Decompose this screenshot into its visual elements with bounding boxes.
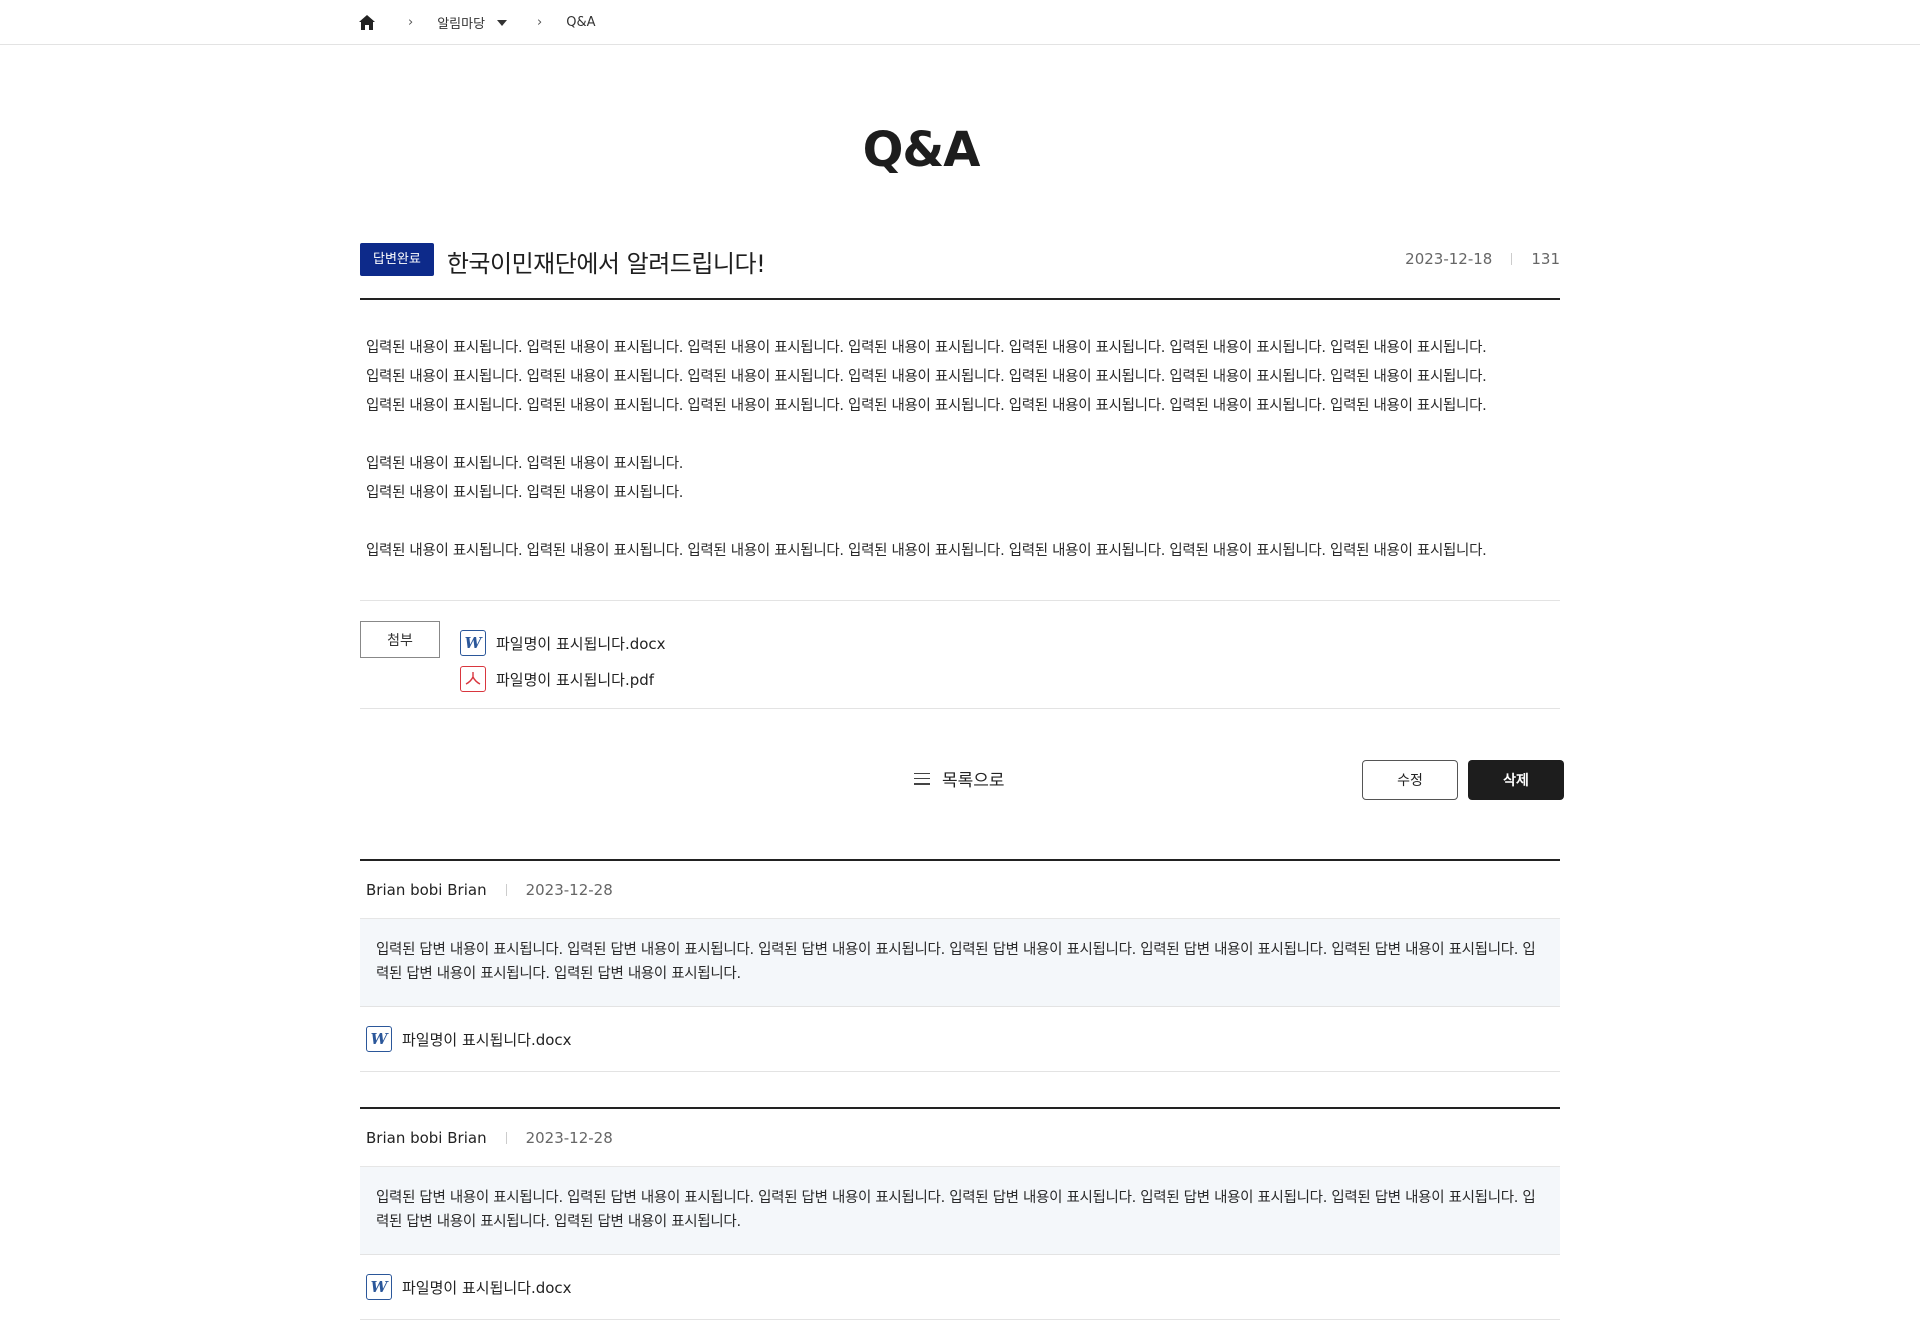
reply-item: Brian bobi Brian 2023-12-28 입력된 답변 내용이 표… bbox=[360, 1107, 1560, 1320]
breadcrumb-section-label: 알림마당 bbox=[437, 17, 486, 32]
reply-attachment[interactable]: W 파일명이 표시됩니다.docx bbox=[360, 1007, 1560, 1072]
post-title: 한국이민재단에서 알려드립니다! bbox=[446, 250, 766, 278]
reply-item: Brian bobi Brian 2023-12-28 입력된 답변 내용이 표… bbox=[360, 859, 1560, 1072]
body-line: 입력된 내용이 표시됩니다. 입력된 내용이 표시됩니다. bbox=[366, 485, 684, 501]
list-icon bbox=[914, 772, 930, 785]
pdf-file-icon bbox=[460, 666, 486, 692]
file-name[interactable]: 파일명이 표시됩니다.docx bbox=[402, 1277, 572, 1298]
attachment-list: W 파일명이 표시됩니다.docx 파일명이 표시됩니다.pdf bbox=[460, 625, 666, 697]
caret-down-icon bbox=[497, 19, 508, 26]
reply-date: 2023-12-28 bbox=[525, 880, 613, 899]
breadcrumb-section-dropdown[interactable]: 알림마당 bbox=[437, 13, 508, 32]
reply-author: Brian bobi Brian bbox=[366, 880, 487, 899]
reply-header: Brian bobi Brian 2023-12-28 bbox=[360, 1109, 1560, 1167]
reply-date: 2023-12-28 bbox=[525, 1128, 613, 1147]
word-file-icon: W bbox=[460, 630, 486, 656]
delete-button[interactable]: 삭제 bbox=[1468, 760, 1564, 800]
attachment-file-docx[interactable]: W 파일명이 표시됩니다.docx bbox=[460, 625, 666, 661]
post-date: 2023-12-18 bbox=[1405, 250, 1493, 268]
home-icon[interactable] bbox=[358, 13, 378, 33]
meta-divider bbox=[505, 1131, 507, 1144]
reply-header: Brian bobi Brian 2023-12-28 bbox=[360, 861, 1560, 919]
post-meta: 2023-12-18 131 bbox=[1405, 250, 1560, 268]
body-line: 입력된 내용이 표시됩니다. 입력된 내용이 표시됩니다. bbox=[366, 456, 684, 472]
post-header: 답변완료 한국이민재단에서 알려드립니다! 2023-12-18 131 bbox=[360, 240, 1560, 300]
attachment-file-pdf[interactable]: 파일명이 표시됩니다.pdf bbox=[460, 661, 666, 697]
reply-body: 입력된 답변 내용이 표시됩니다. 입력된 답변 내용이 표시됩니다. 입력된 … bbox=[360, 1167, 1560, 1255]
breadcrumb: › 알림마당 › Q&A bbox=[358, 0, 596, 45]
page-title: Q&A bbox=[862, 122, 981, 178]
back-to-list-button[interactable]: 목록으로 bbox=[914, 766, 1005, 791]
chevron-right-icon: › bbox=[408, 15, 414, 30]
edit-button[interactable]: 수정 bbox=[1362, 760, 1458, 800]
reply-body: 입력된 답변 내용이 표시됩니다. 입력된 답변 내용이 표시됩니다. 입력된 … bbox=[360, 919, 1560, 1007]
breadcrumb-current[interactable]: Q&A bbox=[566, 15, 595, 30]
word-file-icon: W bbox=[366, 1026, 392, 1052]
post-actions: 목록으로 수정 삭제 bbox=[360, 760, 1564, 802]
post-body: 입력된 내용이 표시됩니다. 입력된 내용이 표시됩니다. 입력된 내용이 표시… bbox=[360, 334, 1560, 566]
file-name[interactable]: 파일명이 표시됩니다.docx bbox=[402, 1029, 572, 1050]
status-badge: 답변완료 bbox=[360, 243, 434, 276]
reply-author: Brian bobi Brian bbox=[366, 1128, 487, 1147]
attachment-label-button: 첨부 bbox=[360, 621, 440, 658]
meta-divider bbox=[1511, 253, 1513, 265]
post-views: 131 bbox=[1531, 250, 1560, 268]
reply-attachment[interactable]: W 파일명이 표시됩니다.docx bbox=[360, 1255, 1560, 1320]
breadcrumb-bar: › 알림마당 › Q&A bbox=[0, 0, 1920, 45]
body-line: 입력된 내용이 표시됩니다. 입력된 내용이 표시됩니다. 입력된 내용이 표시… bbox=[366, 398, 1487, 414]
file-name[interactable]: 파일명이 표시됩니다.pdf bbox=[496, 669, 654, 690]
body-line: 입력된 내용이 표시됩니다. 입력된 내용이 표시됩니다. 입력된 내용이 표시… bbox=[366, 369, 1487, 385]
meta-divider bbox=[505, 883, 507, 896]
attachment-section: 첨부 W 파일명이 표시됩니다.docx 파일명이 표시됩니다.pdf bbox=[360, 600, 1560, 709]
chevron-right-icon: › bbox=[537, 15, 543, 30]
word-file-icon: W bbox=[366, 1274, 392, 1300]
file-name[interactable]: 파일명이 표시됩니다.docx bbox=[496, 633, 666, 654]
body-line: 입력된 내용이 표시됩니다. 입력된 내용이 표시됩니다. 입력된 내용이 표시… bbox=[366, 340, 1487, 356]
body-line: 입력된 내용이 표시됩니다. 입력된 내용이 표시됩니다. 입력된 내용이 표시… bbox=[366, 543, 1487, 559]
back-to-list-label: 목록으로 bbox=[942, 771, 1005, 791]
